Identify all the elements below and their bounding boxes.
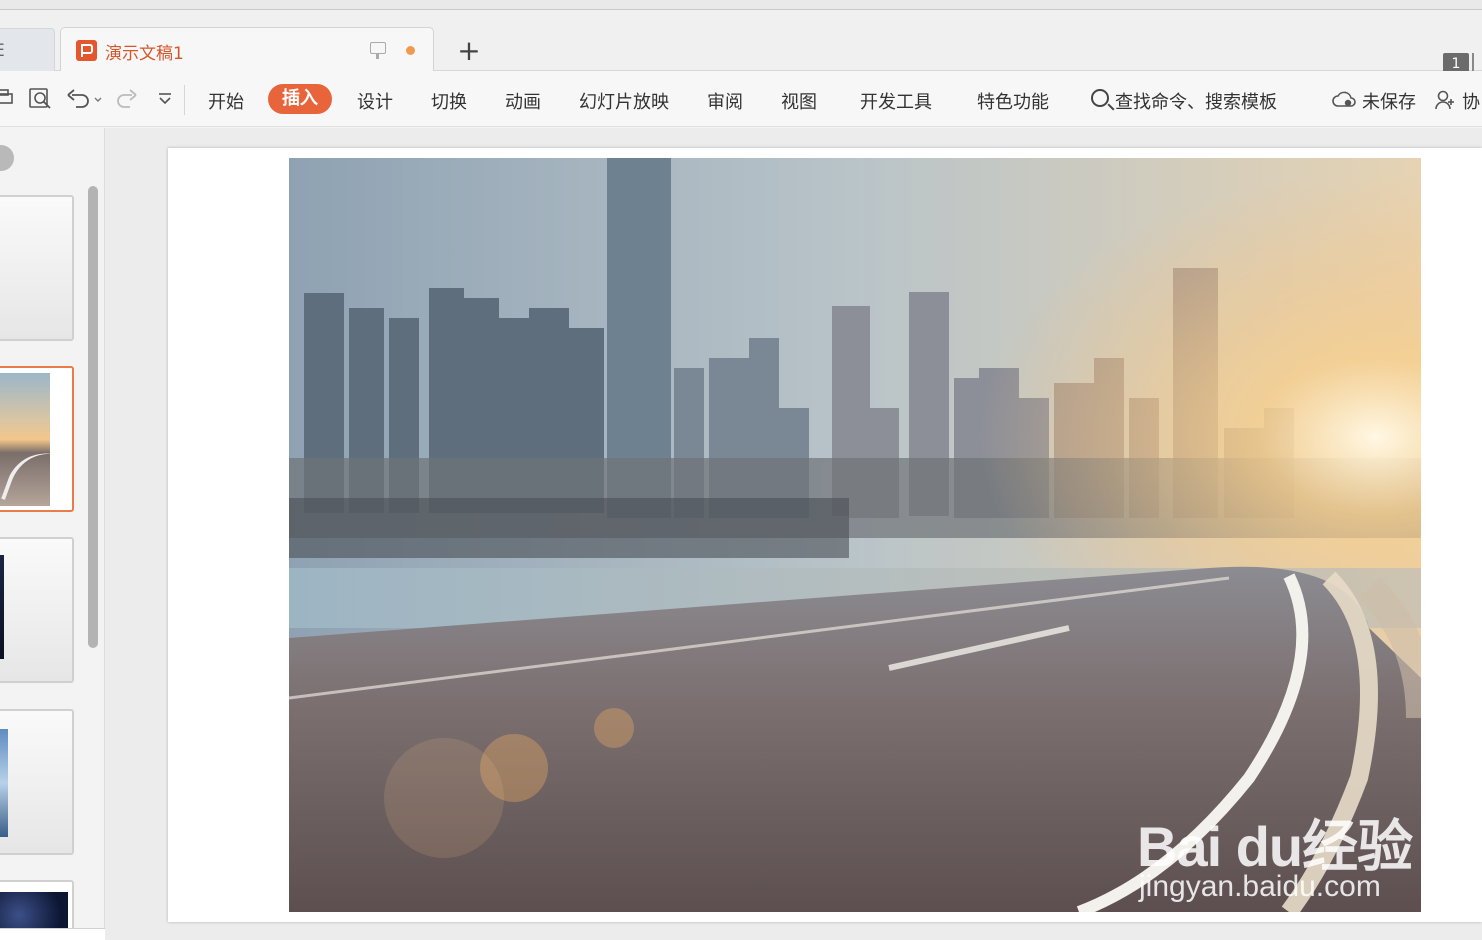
thumbnail-city-road-image [0,373,50,506]
menu-tab-insert[interactable]: 插入 [268,84,332,114]
save-status-label[interactable]: 未保存 [1362,88,1416,114]
previous-tab[interactable]: E [0,28,55,72]
pane-collapse-handle[interactable] [0,145,14,171]
command-search-field[interactable]: 查找命令、搜索模板 [1115,88,1277,114]
previous-tab-label: E [0,41,5,61]
thumbnail-night-image [0,555,4,659]
menu-tab-transitions[interactable]: 切换 [431,88,467,114]
pane-status-strip [0,928,105,940]
menu-tab-review[interactable]: 审阅 [707,88,743,114]
undo-icon[interactable] [66,88,106,110]
editor-workspace: Bai du经验 jingyan.baidu.com [0,128,1482,940]
slide-thumbnail-3[interactable] [0,537,74,683]
slide-thumbnail-4[interactable] [0,709,74,855]
menu-tab-animations[interactable]: 动画 [505,88,541,114]
wps-presentation-window: E 演示文稿1 + 1 [0,0,1482,940]
menu-tab-view[interactable]: 视图 [781,88,817,114]
redo-icon[interactable] [116,88,138,110]
print-icon[interactable] [0,89,14,107]
menu-tab-design[interactable]: 设计 [357,88,393,114]
document-tab-title: 演示文稿1 [105,44,184,64]
presentation-file-icon [76,40,97,61]
customize-toolbar-chevron-icon[interactable] [156,91,174,107]
new-tab-plus-icon[interactable]: + [455,37,483,65]
toolbar-separator [184,85,185,115]
thumbnail-sky-image [0,729,8,837]
menu-tab-special-features[interactable]: 特色功能 [977,88,1049,114]
slide-thumbnail-2-selected[interactable] [0,366,74,512]
print-preview-icon[interactable] [28,87,54,111]
slide-thumbnail-pane [0,128,105,940]
menu-tab-home[interactable]: 开始 [208,88,244,114]
city-highway-illustration [289,158,1421,912]
document-tab-active[interactable]: 演示文稿1 [60,27,434,72]
unsaved-dot-icon [406,46,415,55]
search-icon[interactable] [1091,89,1109,107]
cloud-save-icon[interactable] [1332,90,1356,108]
slide-thumbnail-1[interactable] [0,195,74,341]
menu-tab-developer[interactable]: 开发工具 [860,88,932,114]
menu-tab-slideshow[interactable]: 幻灯片放映 [579,88,669,114]
slide-picture-city-highway[interactable]: Bai du经验 jingyan.baidu.com [289,158,1421,912]
window-top-edge [0,0,1482,10]
ribbon-menu-bar: 开始 插入 设计 切换 动画 幻灯片放映 审阅 视图 开发工具 特色功能 查找命… [0,71,1482,127]
document-tab-strip: E 演示文稿1 + 1 [0,10,1482,75]
monitor-icon[interactable] [370,42,386,59]
add-collaborator-icon[interactable] [1434,89,1456,111]
collaborate-label[interactable]: 协 [1462,88,1480,114]
watermark-url: jingyan.baidu.com [1139,870,1381,903]
slide-canvas[interactable]: Bai du经验 jingyan.baidu.com [168,148,1482,922]
thumbnail-scrollbar[interactable] [88,186,98,648]
